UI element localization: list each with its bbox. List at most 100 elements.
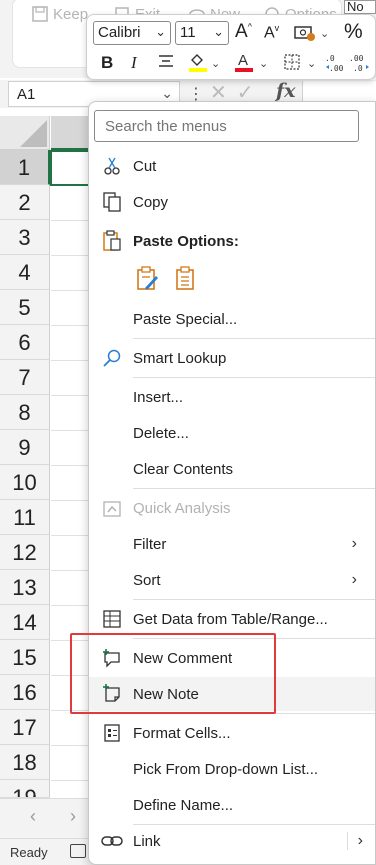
row-header[interactable]: 17 (0, 710, 50, 745)
bold-button[interactable]: B (101, 53, 113, 73)
row-header[interactable]: 15 (0, 640, 50, 675)
font-size-value: 11 (180, 24, 196, 41)
svg-text:A: A (238, 52, 248, 69)
row-header[interactable]: 7 (0, 360, 50, 395)
menu-item-clear-contents[interactable]: Clear Contents (89, 452, 375, 486)
chevron-down-icon[interactable]: ⌄ (320, 27, 329, 40)
chevron-down-icon[interactable]: ⌄ (161, 85, 173, 102)
svg-text:.00: .00 (329, 64, 344, 73)
row-header[interactable]: 4 (0, 255, 50, 290)
menu-item-smart-lookup[interactable]: Smart Lookup (89, 341, 375, 375)
menu-item-label: Paste Options: (133, 232, 239, 250)
font-size-select[interactable]: 11 ⌄ (175, 21, 229, 45)
row-header[interactable]: 2 (0, 185, 50, 220)
borders-icon (284, 54, 300, 70)
chevron-down-icon[interactable]: ⌄ (307, 57, 316, 70)
paste-values-icon[interactable] (174, 266, 196, 290)
menu-item-filter[interactable]: Filter › (89, 527, 375, 561)
menu-item-format-cells[interactable]: Format Cells... (89, 716, 375, 750)
chevron-down-icon[interactable]: ⌄ (211, 57, 220, 70)
row-header[interactable]: 12 (0, 535, 50, 570)
accessibility-icon[interactable] (70, 844, 86, 858)
svg-text:.0: .0 (353, 64, 363, 73)
menu-item-label: Clear Contents (133, 460, 234, 478)
menu-item-label: Define Name... (133, 796, 234, 814)
mini-toolbar: Calibri ⌄ 11 ⌄ A^ Av ⌄ % B I ⌄ A ⌄ ⌄ .0.… (86, 14, 376, 80)
row-header[interactable]: 8 (0, 395, 50, 430)
chevron-right-icon: › (351, 535, 357, 552)
menu-item-delete[interactable]: Delete... (89, 416, 375, 450)
row-header[interactable]: 11 (0, 500, 50, 535)
increase-decimal-button[interactable]: .0.00 (325, 53, 347, 78)
row-header[interactable]: 18 (0, 745, 50, 780)
link-icon (101, 830, 123, 852)
scroll-right-icon[interactable]: › (70, 806, 76, 827)
row-header[interactable]: 16 (0, 675, 50, 710)
menu-item-label: Link (133, 832, 161, 850)
scroll-left-icon[interactable]: ‹ (30, 806, 36, 827)
menu-item-pick-from-list[interactable]: Pick From Drop-down List... (89, 752, 375, 786)
menu-separator (133, 488, 375, 489)
top-cell: No (344, 0, 376, 14)
menu-item-get-data[interactable]: Get Data from Table/Range... (89, 602, 375, 636)
row-header[interactable]: 19 (0, 780, 50, 798)
fill-color-button[interactable] (187, 51, 209, 78)
paste-formatting-icon[interactable] (136, 266, 158, 290)
quick-analysis-icon (101, 497, 123, 519)
chevron-down-icon: ⌄ (155, 24, 166, 39)
highlight-annotation (70, 633, 276, 714)
row-header[interactable]: 6 (0, 325, 50, 360)
chevron-down-icon[interactable]: ⌄ (259, 57, 268, 70)
active-cell[interactable] (50, 150, 90, 186)
row-header[interactable]: 1 (0, 150, 50, 185)
chevron-right-icon[interactable]: › (346, 832, 363, 850)
row-header[interactable]: 9 (0, 430, 50, 465)
borders-button[interactable] (283, 53, 301, 76)
name-box-value: A1 (17, 86, 36, 103)
row-header[interactable]: 3 (0, 220, 50, 255)
menu-item-label: Cut (133, 157, 157, 175)
menu-item-sort[interactable]: Sort › (89, 563, 375, 597)
menu-item-quick-analysis: Quick Analysis (89, 491, 375, 525)
paste-icon (101, 230, 123, 252)
row-header[interactable]: 14 (0, 605, 50, 640)
menu-item-link[interactable]: Link › (89, 824, 375, 858)
increase-decimal-icon: .0.00 (325, 54, 344, 73)
menu-separator (133, 377, 375, 378)
font-color-button[interactable]: A (233, 51, 255, 78)
increase-font-size-button[interactable]: A^ (235, 21, 252, 43)
row-header[interactable]: 10 (0, 465, 50, 500)
row-header[interactable]: 5 (0, 290, 50, 325)
menu-item-label: Delete... (133, 424, 189, 442)
font-name-select[interactable]: Calibri ⌄ (93, 21, 171, 45)
align-center-button[interactable] (157, 53, 175, 74)
menu-item-copy[interactable]: Copy (89, 185, 375, 219)
insert-function-button[interactable]: fx (276, 80, 296, 102)
menu-item-cut[interactable]: Cut (89, 149, 375, 183)
menu-item-label: Quick Analysis (133, 499, 231, 517)
decrease-decimal-button[interactable]: .00.0 (349, 53, 371, 78)
chevron-right-icon: › (351, 571, 357, 588)
keep-label: Keep (53, 5, 89, 23)
italic-button[interactable]: I (131, 53, 137, 73)
context-menu: Cut Copy Paste Options: Paste Special...… (88, 101, 376, 865)
decrease-decimal-icon: .00.0 (349, 54, 369, 73)
font-name-value: Calibri (98, 24, 141, 41)
number-format-button[interactable] (293, 21, 317, 48)
svg-text:.0: .0 (325, 54, 335, 63)
decrease-font-size-button[interactable]: Av (264, 23, 279, 42)
menu-item-label: Copy (133, 193, 169, 211)
menu-item-define-name[interactable]: Define Name... (89, 788, 375, 822)
keep-button[interactable]: Keep (31, 5, 88, 23)
menu-item-label: Sort (133, 571, 161, 589)
font-color-icon: A (235, 52, 253, 72)
menu-search-input[interactable] (94, 110, 359, 142)
svg-text:.00: .00 (349, 54, 364, 63)
percent-style-button[interactable]: % (344, 20, 363, 44)
menu-item-paste-special[interactable]: Paste Special... (89, 302, 375, 336)
status-text: Ready (10, 845, 48, 860)
row-header[interactable]: 13 (0, 570, 50, 605)
menu-item-insert[interactable]: Insert... (89, 380, 375, 414)
menu-item-label: Insert... (133, 388, 184, 406)
column-header-a[interactable] (51, 116, 91, 150)
